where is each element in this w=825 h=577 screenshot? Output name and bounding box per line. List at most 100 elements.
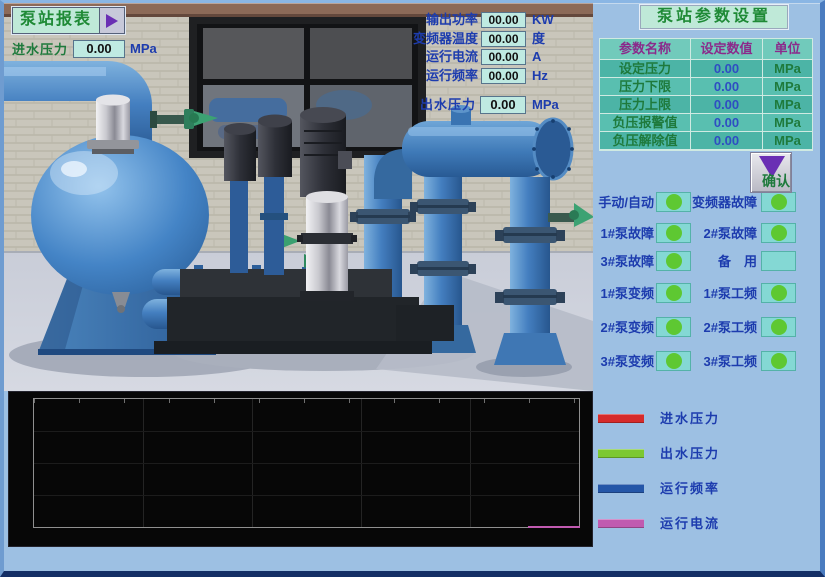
legend-item-outlet-pressure: 出水压力 [598, 446, 818, 462]
legend-swatch-inlet [598, 414, 644, 423]
metric-row-run-frequency: 运行频率 00.00 Hz [400, 68, 590, 84]
metric-row-run-current: 运行电流 00.00 A [400, 49, 590, 65]
metric-label: 运行频率 [400, 68, 478, 84]
header-set-value: 设定数值 [691, 39, 763, 60]
metric-label: 运行电流 [400, 49, 478, 65]
trend-plot-area [33, 398, 580, 528]
metric-value: 00.00 [481, 68, 526, 84]
param-value-input[interactable]: 0.00 [691, 96, 763, 114]
legend-swatch-outlet [598, 449, 644, 458]
status-label-pump1-mains: 1#泵工频 [689, 283, 757, 304]
status-row-mode-inverter: 手动/自动 变频器故障 [597, 192, 819, 213]
settings-panel-title: 泵站参数设置 [640, 5, 788, 29]
metric-value: 00.00 [481, 12, 526, 28]
status-lamp-spare [761, 251, 796, 271]
legend-item-run-frequency: 运行频率 [598, 481, 818, 497]
status-label-pump3-vfd: 3#泵变频 [597, 351, 654, 372]
metric-label: 变频器温度 [400, 31, 478, 47]
confirm-button-label: 确认 [762, 171, 790, 191]
legend-swatch-frequency [598, 484, 644, 493]
pump-station-hmi-screen: 泵站报表 进水压力 0.00 MPa 输出功率 00.00 KW 变频器温度 0… [0, 0, 825, 577]
metric-row-output-power: 输出功率 00.00 KW [400, 12, 590, 28]
status-lamp-pump2-vfd [656, 317, 691, 337]
status-row-pump2-mode: 2#泵变频 2#泵工频 [597, 317, 819, 338]
param-unit: MPa [763, 78, 812, 96]
legend-label: 运行频率 [660, 481, 720, 497]
table-row-neg-pressure-alarm: 负压报警值 0.00 MPa [600, 114, 812, 132]
status-lamp-pump3-mains [761, 351, 796, 371]
param-name: 压力上限 [600, 96, 691, 114]
metric-value: 00.00 [481, 49, 526, 65]
status-lamp-pump3-vfd [656, 351, 691, 371]
param-value-input[interactable]: 0.00 [691, 60, 763, 78]
status-lamp-pump1-vfd [656, 283, 691, 303]
status-label-pump3-mains: 3#泵工频 [689, 351, 757, 372]
metric-unit: KW [532, 12, 554, 28]
status-lamp-pump1-mains [761, 283, 796, 303]
report-button[interactable]: 泵站报表 [12, 7, 125, 34]
status-row-pump1-pump2-fault: 1#泵故障 2#泵故障 [597, 223, 819, 244]
metrics-group: 输出功率 00.00 KW 变频器温度 00.00 度 运行电流 00.00 A… [400, 12, 590, 92]
table-row-set-pressure: 设定压力 0.00 MPa [600, 60, 812, 78]
status-lamp-manual-auto [656, 192, 691, 212]
param-value-input[interactable]: 0.00 [691, 132, 763, 150]
metric-unit: A [532, 49, 541, 65]
status-label-pump1-vfd: 1#泵变频 [597, 283, 654, 304]
param-value-input[interactable]: 0.00 [691, 114, 763, 132]
outlet-pressure-value: 0.00 [480, 96, 526, 114]
header-unit: 单位 [763, 39, 812, 60]
legend-label: 进水压力 [660, 411, 720, 427]
table-row-pressure-low-limit: 压力下限 0.00 MPa [600, 78, 812, 96]
param-value-input[interactable]: 0.00 [691, 78, 763, 96]
status-label-spare: 备 用 [689, 251, 757, 272]
param-unit: MPa [763, 114, 812, 132]
inlet-pressure-value: 0.00 [73, 40, 125, 58]
status-row-pump3-fault-spare: 3#泵故障 备 用 [597, 251, 819, 272]
metric-row-inverter-temp: 变频器温度 00.00 度 [400, 31, 590, 47]
run-current-trace [528, 526, 580, 528]
status-label-pump3-fault: 3#泵故障 [597, 251, 654, 272]
report-button-label: 泵站报表 [13, 8, 99, 33]
status-label-pump2-vfd: 2#泵变频 [597, 317, 654, 338]
status-row-pump1-mode: 1#泵变频 1#泵工频 [597, 283, 819, 304]
confirm-button[interactable]: 确认 [750, 152, 792, 193]
metric-unit: Hz [532, 68, 548, 84]
outlet-pressure-label: 出水压力 [400, 96, 476, 114]
inlet-pressure-group: 进水压力 0.00 MPa [12, 39, 157, 58]
status-label-manual-auto: 手动/自动 [597, 192, 654, 213]
status-label-pump2-fault: 2#泵故障 [689, 223, 757, 244]
param-name: 负压解除值 [600, 132, 691, 150]
metric-label: 输出功率 [400, 12, 478, 28]
gridline [34, 463, 579, 464]
gridline [34, 495, 579, 496]
legend-label: 运行电流 [660, 516, 720, 532]
status-label-pump2-mains: 2#泵工频 [689, 317, 757, 338]
legend-item-inlet-pressure: 进水压力 [598, 411, 818, 427]
metric-value: 00.00 [481, 31, 526, 47]
status-lamp-pump2-mains [761, 317, 796, 337]
settings-table-header: 参数名称 设定数值 单位 [600, 39, 812, 60]
outlet-pressure-unit: MPa [532, 96, 559, 114]
inlet-pressure-label: 进水压力 [12, 39, 68, 58]
play-triangle-icon [106, 14, 118, 28]
trend-legend: 进水压力 出水压力 运行频率 运行电流 [598, 391, 818, 551]
status-row-pump3-mode: 3#泵变频 3#泵工频 [597, 351, 819, 372]
inlet-pressure-unit: MPa [130, 41, 157, 56]
status-lamp-inverter-fault [761, 192, 796, 212]
status-label-pump1-fault: 1#泵故障 [597, 223, 654, 244]
legend-item-run-current: 运行电流 [598, 516, 818, 532]
trend-chart [8, 391, 593, 547]
header-param-name: 参数名称 [600, 39, 691, 60]
report-play-icon [99, 8, 124, 33]
param-name: 压力下限 [600, 78, 691, 96]
param-unit: MPa [763, 96, 812, 114]
param-unit: MPa [763, 60, 812, 78]
gridline [34, 431, 579, 432]
param-name: 负压报警值 [600, 114, 691, 132]
settings-table: 参数名称 设定数值 单位 设定压力 0.00 MPa 压力下限 0.00 MPa… [599, 38, 813, 151]
legend-label: 出水压力 [660, 446, 720, 462]
status-label-inverter-fault: 变频器故障 [689, 192, 757, 213]
legend-swatch-current [598, 519, 644, 528]
table-row-pressure-high-limit: 压力上限 0.00 MPa [600, 96, 812, 114]
status-lamp-pump3-fault [656, 251, 691, 271]
